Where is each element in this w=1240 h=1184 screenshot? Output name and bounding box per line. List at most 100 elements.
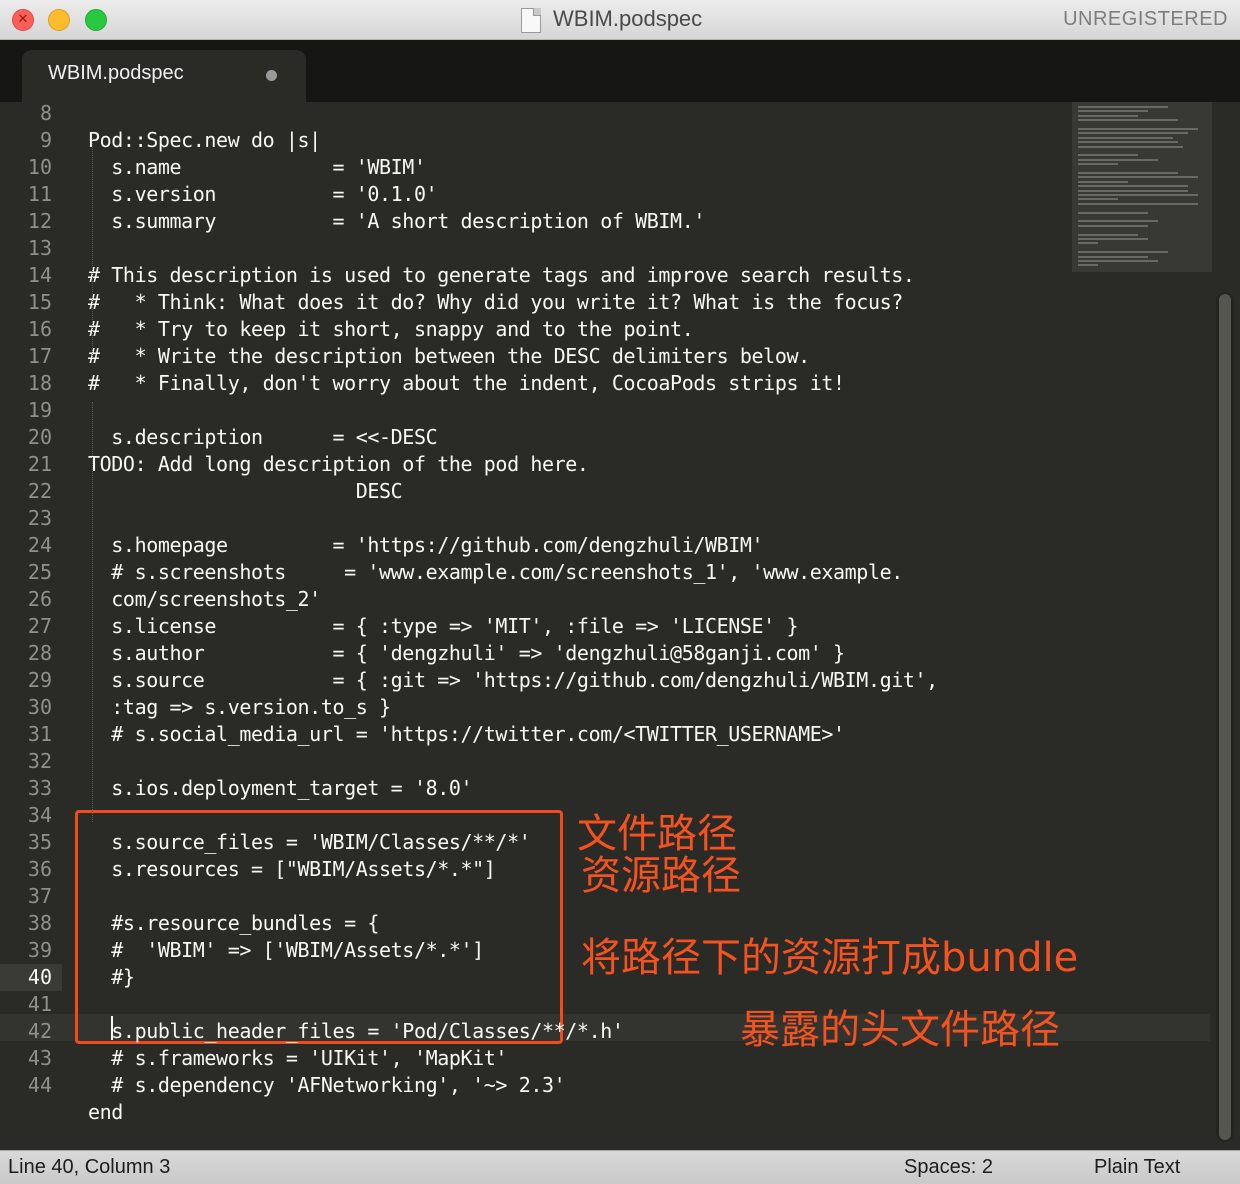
code-line[interactable]: :tag => s.version.to_s } [88, 694, 391, 721]
line-number[interactable]: 13 [0, 235, 52, 262]
minimize-window-button[interactable] [48, 9, 70, 31]
line-number[interactable]: 12 [0, 208, 52, 235]
tab-label: WBIM.podspec [48, 62, 184, 84]
line-number[interactable]: 26 [0, 586, 52, 613]
line-number[interactable]: 44 [0, 1072, 52, 1099]
minimap-line [1078, 141, 1178, 144]
indent-guide [92, 402, 93, 822]
indentation-setting[interactable]: Spaces: 2 [904, 1156, 993, 1179]
line-number[interactable]: 40 [0, 964, 62, 991]
line-number[interactable]: 16 [0, 316, 52, 343]
code-line[interactable]: #s.resource_bundles = { [88, 910, 379, 937]
tab-wbim-podspec[interactable]: WBIM.podspec [22, 50, 306, 102]
code-line[interactable]: s.license = { :type => 'MIT', :file => '… [88, 613, 798, 640]
minimap-line [1078, 260, 1158, 262]
code-line[interactable]: s.name = 'WBIM' [88, 154, 426, 181]
line-number[interactable]: 11 [0, 181, 52, 208]
code-line[interactable]: s.author = { 'dengzhuli' => 'dengzhuli@5… [88, 640, 845, 667]
minimap-line [1078, 158, 1158, 161]
line-number[interactable]: 28 [0, 640, 52, 667]
annotation-bundle-note: 将路径下的资源打成bundle [581, 935, 1079, 981]
line-number[interactable]: 30 [0, 694, 52, 721]
minimap-line [1078, 264, 1098, 267]
annotation-resource-path: 资源路径 [581, 853, 741, 899]
line-number[interactable]: 10 [0, 154, 52, 181]
code-line[interactable]: #} [88, 964, 135, 991]
line-number[interactable]: 29 [0, 667, 52, 694]
line-number[interactable]: 23 [0, 505, 52, 532]
annotation-header-note: 暴露的头文件路径 [740, 1007, 1060, 1053]
line-number[interactable]: 18 [0, 370, 52, 397]
line-number[interactable]: 17 [0, 343, 52, 370]
code-line[interactable]: # * Write the description between the DE… [88, 343, 810, 370]
line-number[interactable]: 19 [0, 397, 52, 424]
line-number[interactable]: 21 [0, 451, 52, 478]
minimap-line [1078, 154, 1138, 157]
line-number[interactable]: 9 [0, 127, 52, 154]
line-number[interactable]: 35 [0, 829, 52, 856]
minimap-line [1078, 238, 1148, 240]
line-number[interactable]: 22 [0, 478, 52, 505]
line-number[interactable]: 25 [0, 559, 52, 586]
code-line[interactable]: DESC [88, 478, 403, 505]
line-number[interactable]: 33 [0, 775, 52, 802]
line-number[interactable]: 31 [0, 721, 52, 748]
line-number[interactable]: 20 [0, 424, 52, 451]
code-line[interactable]: # s.screenshots = 'www.example.com/scree… [88, 559, 903, 586]
code-line[interactable]: # s.social_media_url = 'https://twitter.… [88, 721, 845, 748]
code-line[interactable]: end [88, 1099, 123, 1126]
code-line[interactable]: s.homepage = 'https://github.com/dengzhu… [88, 532, 763, 559]
code-line[interactable]: # s.dependency 'AFNetworking', '~> 2.3' [88, 1072, 565, 1099]
minimap-line [1078, 114, 1138, 117]
line-number[interactable]: 14 [0, 262, 52, 289]
code-line[interactable]: # * Try to keep it short, snappy and to … [88, 316, 694, 343]
cursor-position[interactable]: Line 40, Column 3 [8, 1156, 170, 1179]
minimap-line [1078, 194, 1198, 196]
line-number[interactable]: 8 [0, 102, 52, 127]
code-line[interactable]: # * Think: What does it do? Why did you … [88, 289, 903, 316]
line-number[interactable]: 43 [0, 1045, 52, 1072]
line-number[interactable]: 15 [0, 289, 52, 316]
code-line[interactable]: s.source = { :git => 'https://github.com… [88, 667, 938, 694]
minimap[interactable] [1072, 102, 1212, 272]
minimap-line [1078, 106, 1168, 108]
line-number[interactable]: 27 [0, 613, 52, 640]
code-line[interactable]: # s.frameworks = 'UIKit', 'MapKit' [88, 1045, 507, 1072]
document-icon [521, 8, 541, 33]
close-icon: ✕ [17, 12, 29, 27]
code-editor[interactable]: 文件路径 资源路径 将路径下的资源打成bundle 暴露的头文件路径 8 9 10 1… [0, 102, 1240, 1150]
status-bar: Line 40, Column 3 Spaces: 2 Plain Text [0, 1150, 1240, 1184]
code-line[interactable]: TODO: Add long description of the pod he… [88, 451, 589, 478]
minimap-line [1078, 211, 1148, 214]
line-number[interactable]: 41 [0, 991, 52, 1018]
zoom-window-button[interactable] [85, 9, 107, 31]
code-line[interactable]: s.description = <<-DESC [88, 424, 437, 451]
line-number[interactable]: 32 [0, 748, 52, 775]
minimap-line [1078, 198, 1118, 201]
scrollbar-thumb[interactable] [1219, 294, 1231, 1140]
line-number[interactable]: 42 [0, 1018, 52, 1045]
code-line[interactable]: s.version = '0.1.0' [88, 181, 437, 208]
code-line[interactable]: s.summary = 'A short description of WBIM… [88, 208, 705, 235]
line-number[interactable]: 37 [0, 883, 52, 910]
line-number[interactable]: 24 [0, 532, 52, 559]
line-number[interactable]: 39 [0, 937, 52, 964]
code-line[interactable]: # 'WBIM' => ['WBIM/Assets/*.*'] [88, 937, 484, 964]
code-line[interactable]: s.source_files = 'WBIM/Classes/**/*' [88, 829, 530, 856]
code-line[interactable]: # This description is used to generate t… [88, 262, 915, 289]
line-number[interactable]: 36 [0, 856, 52, 883]
close-window-button[interactable]: ✕ [12, 9, 34, 31]
code-line[interactable]: s.public_header_files = 'Pod/Classes/**/… [88, 1018, 624, 1045]
minimap-line [1078, 189, 1188, 192]
line-number[interactable]: 34 [0, 802, 52, 829]
code-line[interactable]: Pod::Spec.new do |s| [88, 127, 321, 154]
unsaved-dot-icon[interactable] [266, 70, 277, 81]
syntax-selector[interactable]: Plain Text [1094, 1156, 1180, 1179]
tab-strip: WBIM.podspec [0, 40, 1240, 102]
code-line[interactable]: # * Finally, don't worry about the inden… [88, 370, 845, 397]
code-line[interactable]: s.ios.deployment_target = '8.0' [88, 775, 472, 802]
code-line[interactable]: s.resources = ["WBIM/Assets/*.*"] [88, 856, 496, 883]
line-number[interactable]: 38 [0, 910, 52, 937]
minimap-line [1078, 242, 1098, 245]
code-line[interactable]: com/screenshots_2' [88, 586, 321, 613]
